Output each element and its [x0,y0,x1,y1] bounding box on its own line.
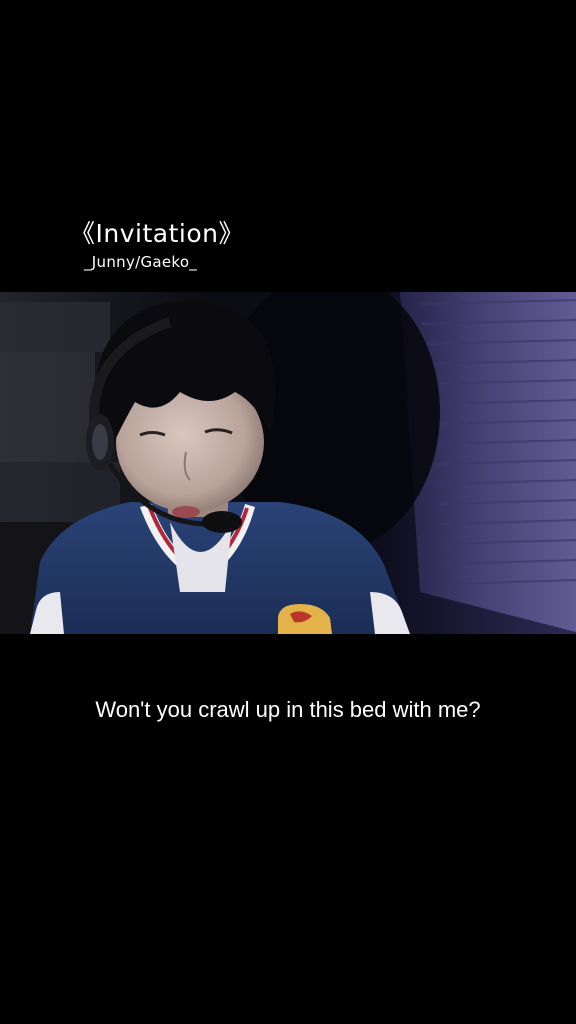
lyric-subtitle: Won't you crawl up in this bed with me? [95,697,481,722]
song-title: 《Invitation》 [70,219,244,248]
video-still [0,292,576,634]
video-player-screen: 《Invitation》 _Junny/Gaeko_ Won't you cra… [0,0,576,1024]
video-frame[interactable] [0,292,576,634]
song-artist: _Junny/Gaeko_ [84,253,198,271]
